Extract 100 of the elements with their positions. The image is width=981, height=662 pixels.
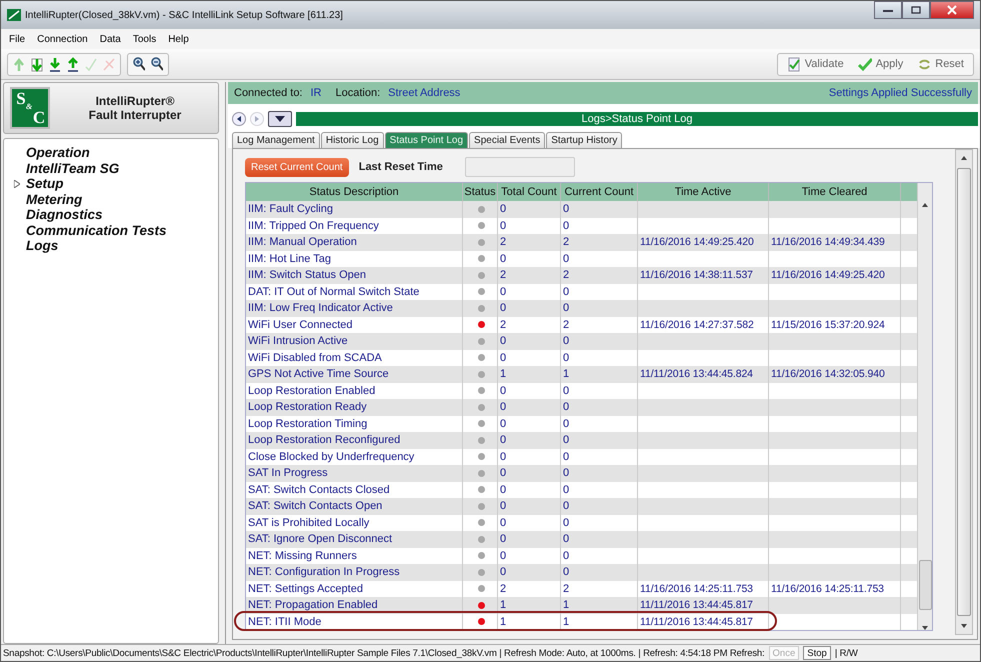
- minimize-icon: [883, 7, 893, 13]
- forward-arrow-icon: [253, 115, 261, 123]
- table-cell: IIM: Switch Status Open: [246, 267, 463, 284]
- product-name: IntelliRupter®: [94, 94, 176, 108]
- table-cell: 0: [498, 465, 561, 482]
- action-button[interactable]: Apply: [854, 56, 908, 72]
- scrollbar-thumb[interactable]: [957, 168, 971, 616]
- table-cell: 0: [561, 201, 638, 218]
- back-arrow-icon: [235, 115, 243, 123]
- table-cell: 0: [561, 333, 638, 350]
- table-cell: 0: [561, 498, 638, 514]
- last-reset-field[interactable]: [464, 157, 575, 177]
- action-button[interactable]: Validate: [782, 56, 848, 72]
- maximize-button[interactable]: [902, 1, 930, 19]
- tab[interactable]: Log Management: [232, 132, 320, 148]
- table-cell: 0: [498, 432, 561, 448]
- product-subtitle: Fault Interrupter: [88, 108, 182, 122]
- scrollbar-thumb[interactable]: [918, 560, 932, 610]
- table-cell: Loop Restoration Reconfigured: [246, 432, 463, 448]
- table-cell: 0: [561, 300, 638, 316]
- menu-item[interactable]: Connection: [37, 34, 88, 44]
- menu-item[interactable]: Data: [100, 34, 121, 44]
- scrollbar[interactable]: [955, 149, 973, 635]
- scroll-down-icon[interactable]: [922, 626, 928, 630]
- close-button[interactable]: [930, 1, 974, 19]
- scroll-up-icon[interactable]: [961, 156, 967, 160]
- table-cell: 1: [498, 366, 561, 382]
- location-value: Street Address: [388, 87, 460, 99]
- scroll-down-icon[interactable]: [961, 624, 967, 628]
- tab[interactable]: Special Events: [469, 132, 546, 148]
- menu-item[interactable]: Help: [168, 34, 189, 44]
- table-cell: 0: [498, 300, 561, 316]
- table-cell: 2: [498, 267, 561, 284]
- validate-icon: [786, 56, 801, 72]
- nav-item[interactable]: Logs: [26, 238, 58, 254]
- table-cell: SAT: Switch Contacts Open: [246, 498, 463, 514]
- zoom-in-icon[interactable]: [133, 56, 145, 72]
- table-cell: 11/16/2016 14:49:25.420: [769, 267, 901, 284]
- app-icon: [7, 9, 21, 21]
- status-button[interactable]: Stop: [803, 646, 831, 660]
- logo: S C &: [10, 87, 50, 129]
- menu-item[interactable]: File: [9, 34, 26, 44]
- table-cell: Loop Restoration Ready: [246, 399, 463, 416]
- action-button[interactable]: Reset: [913, 56, 968, 72]
- table-cell: 11/11/2016 13:44:45.824: [638, 366, 769, 382]
- table-cell: IIM: Fault Cycling: [246, 201, 463, 218]
- last-reset-label: Last Reset Time: [358, 161, 443, 173]
- back-button[interactable]: [232, 112, 246, 126]
- nav-item[interactable]: Diagnostics: [26, 207, 103, 222]
- expand-icon[interactable]: [14, 180, 20, 188]
- menu-item[interactable]: Tools: [132, 34, 156, 44]
- minimize-button[interactable]: [874, 1, 902, 19]
- scroll-up-icon[interactable]: [922, 203, 928, 207]
- table-cell: 11/11/2016 13:44:45.817: [638, 597, 769, 614]
- table-cell: NET: Propagation Enabled: [246, 597, 463, 614]
- location-label: Location:: [336, 87, 380, 99]
- zoom-out-icon[interactable]: [151, 56, 163, 72]
- table-cell: 0: [498, 399, 561, 416]
- tab[interactable]: Startup History: [546, 132, 622, 148]
- access-mode: | R/W: [834, 648, 858, 658]
- down-arrow-icon[interactable]: [49, 56, 61, 72]
- status-message: Settings Applied Successfully: [828, 87, 972, 99]
- tab[interactable]: Historic Log: [320, 132, 384, 148]
- table-cell: 1: [498, 597, 561, 614]
- window-title: IntelliRupter(Closed_38kV.vm) - S&C IntelliLink Setup Software [611.23]: [25, 10, 344, 20]
- table-cell: 11/16/2016 14:49:34.439: [769, 234, 901, 250]
- connected-value: IR: [310, 87, 322, 99]
- nav-item[interactable]: Setup: [26, 176, 64, 192]
- nav-item[interactable]: Communication Tests: [26, 222, 167, 238]
- maximize-icon: [911, 6, 921, 14]
- table-cell: 1: [561, 614, 638, 630]
- breadcrumb-bar: Logs>Status Point Log: [296, 112, 978, 126]
- table-cell: IIM: Low Freq Indicator Active: [246, 300, 463, 316]
- nav-item[interactable]: Metering: [26, 192, 82, 207]
- close-icon: [947, 5, 957, 15]
- nav-item[interactable]: IntelliTeam SG: [26, 160, 120, 176]
- table-cell: 0: [561, 531, 638, 548]
- table-cell: 0: [498, 564, 561, 580]
- table-cell: 11/16/2016 14:49:25.420: [638, 234, 769, 250]
- nav-item[interactable]: Operation: [26, 145, 90, 160]
- table-cell: 2: [561, 234, 638, 250]
- status-text: Snapshot: C:\Users\Public\Documents\S&C Electric\Products\IntelliRupter\IntelliRupter Sample Files 7.1\Closed_38kV.vm | Refresh Mode: Auto, at 1000ms. | Refresh: 4:54:18 PM Refresh:: [3, 648, 765, 658]
- table-cell: WiFi Intrusion Active: [246, 333, 463, 350]
- connected-label: Connected to:: [234, 87, 302, 99]
- table-cell: 1: [561, 366, 638, 382]
- dropdown-button[interactable]: [268, 111, 292, 127]
- scrollbar[interactable]: [917, 183, 932, 630]
- table-cell: 0: [498, 333, 561, 350]
- table-cell: 0: [561, 432, 638, 448]
- table-cell: 1: [498, 614, 561, 630]
- table-cell: 0: [561, 465, 638, 482]
- check-icon: [858, 56, 872, 72]
- up-arrow-icon[interactable]: [67, 56, 79, 72]
- table-cell: 11/16/2016 14:32:05.940: [769, 366, 901, 382]
- tab[interactable]: Status Point Log: [384, 132, 468, 148]
- table-cell: 0: [498, 498, 561, 514]
- table-cell: 2: [498, 234, 561, 250]
- table-cell: 2: [561, 267, 638, 284]
- table-cell: SAT: Ignore Open Disconnect: [246, 531, 463, 548]
- table-cell: IIM: Manual Operation: [246, 234, 463, 250]
